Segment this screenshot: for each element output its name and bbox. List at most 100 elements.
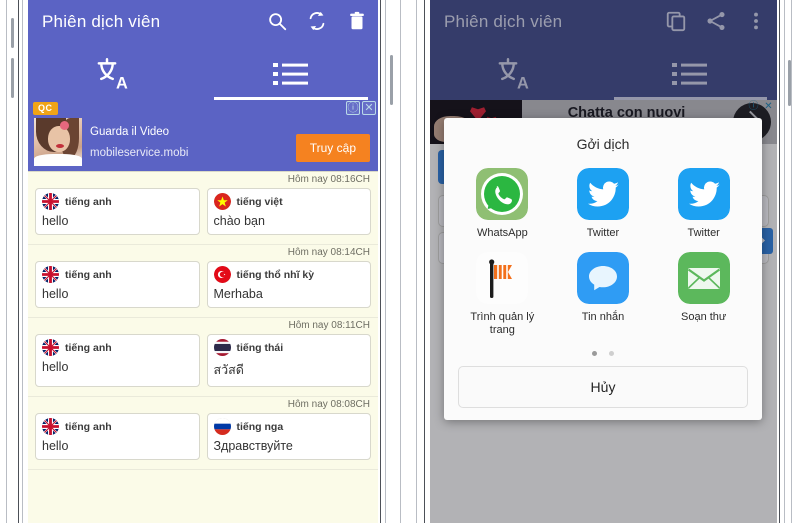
uk-flag-icon: [42, 339, 59, 356]
left-phone-bezel-inner: [18, 0, 19, 523]
translation-text: hello: [42, 214, 69, 228]
screenshot-root: Phiên dịch viên A QC ⓘ ✕ Guarda il Video…: [0, 0, 800, 523]
right-power-button[interactable]: [788, 60, 791, 106]
language-name: tiếng anh: [65, 420, 112, 433]
page-dot[interactable]: [592, 351, 597, 356]
whatsapp-icon: [476, 168, 529, 220]
uk-flag-icon: [42, 418, 59, 435]
left-phone-bezel-edge: [6, 0, 7, 523]
ad-cta-button[interactable]: Truy cập: [295, 134, 370, 162]
share-app-label: Trình quản lý trang: [470, 311, 535, 336]
language-name: tiếng thổ nhĩ kỳ: [236, 268, 315, 281]
language-header: tiếng thổ nhĩ kỳ: [213, 266, 365, 283]
ad-controls: ⓘ ✕: [346, 101, 376, 115]
ad-badge: QC: [33, 102, 58, 115]
history-row: tiếng anh hello tiếng nga Здравствуйте: [28, 413, 378, 467]
language-header: tiếng thái: [213, 339, 365, 356]
svg-text:A: A: [116, 75, 128, 92]
left-tab-bar: A: [28, 48, 378, 100]
left-phone-bezel-right: [385, 0, 386, 523]
language-header: tiếng anh: [42, 193, 193, 210]
ad-thumbnail: [34, 118, 82, 166]
left-appbar-actions: [266, 10, 368, 32]
language-name: tiếng anh: [65, 268, 112, 281]
language-name: tiếng nga: [236, 420, 284, 433]
share-app-item[interactable]: WhatsApp: [452, 168, 553, 240]
email-icon: [677, 252, 730, 304]
translation-history-list: Hôm nay 08:16CH tiếng anh hello tiếng việt c…: [28, 172, 378, 470]
translation-text: hello: [42, 360, 69, 374]
twitter-icon: [576, 168, 629, 220]
history-source-card[interactable]: tiếng anh hello: [35, 413, 200, 460]
share-app-label: Soạn thư: [681, 311, 727, 323]
share-app-label: Twitter: [687, 227, 720, 239]
ad-banner[interactable]: QC ⓘ ✕ Guarda il Video mobileservice.mob…: [28, 100, 378, 172]
translation-text: Merhaba: [213, 287, 263, 301]
share-app-item[interactable]: Tin nhắn: [553, 252, 654, 337]
left-appbar: Phiên dịch viên: [28, 0, 378, 48]
volume-down-button[interactable]: [11, 58, 14, 98]
history-source-card[interactable]: tiếng anh hello: [35, 261, 200, 308]
power-button[interactable]: [390, 55, 393, 105]
translation-text: chào bạn: [213, 214, 265, 228]
history-target-card[interactable]: tiếng nga Здравствуйте: [206, 413, 371, 460]
left-phone-bezel-right-inner: [380, 0, 381, 523]
history-group: Hôm nay 08:16CH tiếng anh hello tiếng việt c…: [28, 172, 378, 245]
history-source-card[interactable]: tiếng anh hello: [35, 188, 200, 235]
share-app-item[interactable]: Twitter: [653, 168, 754, 240]
page-dot[interactable]: [609, 351, 614, 356]
share-dialog: Gởi dịch WhatsApp Twitter Twitter Trình quả…: [444, 118, 762, 420]
cancel-button[interactable]: Hủy: [458, 366, 748, 408]
left-phone-outer-edge: [400, 0, 401, 523]
left-phone-bezel-inner2: [22, 0, 23, 523]
right-phone: Phiên dịch viên A Chatta con nuovi ⓘ ✕ G…: [410, 0, 800, 523]
pages-manager-icon: [476, 252, 529, 304]
share-app-item[interactable]: Soạn thư: [653, 252, 754, 337]
language-name: tiếng anh: [65, 341, 112, 354]
translate-icon: A: [96, 56, 136, 93]
history-target-card[interactable]: tiếng việt chào bạn: [206, 188, 371, 235]
th-flag-icon: [213, 339, 231, 356]
language-name: tiếng anh: [65, 195, 112, 208]
history-target-card[interactable]: tiếng thổ nhĩ kỳ Merhaba: [206, 261, 371, 308]
share-app-item[interactable]: Twitter: [553, 168, 654, 240]
history-group: Hôm nay 08:14CH tiếng anh hello tiếng thổ n…: [28, 245, 378, 318]
tab-history[interactable]: [203, 48, 378, 100]
history-source-card[interactable]: tiếng anh hello: [35, 334, 200, 387]
history-timestamp: Hôm nay 08:16CH: [287, 174, 370, 185]
history-row: tiếng anh hello tiếng việt chào bạn: [28, 188, 378, 242]
volume-up-button[interactable]: [11, 18, 14, 48]
translation-text: hello: [42, 439, 69, 453]
tr-flag-icon: [213, 266, 231, 283]
language-header: tiếng nga: [213, 418, 365, 435]
tab-translate[interactable]: A: [28, 48, 203, 100]
ad-url: mobileservice.mobi: [90, 147, 189, 159]
share-app-grid: WhatsApp Twitter Twitter Trình quản lý tran…: [444, 168, 762, 337]
search-icon[interactable]: [266, 10, 288, 32]
uk-flag-icon: [42, 193, 59, 210]
language-header: tiếng anh: [42, 339, 193, 356]
history-timestamp: Hôm nay 08:11CH: [288, 320, 370, 331]
language-header: tiếng việt: [213, 193, 365, 210]
ru-flag-icon: [213, 418, 231, 435]
history-timestamp: Hôm nay 08:08CH: [287, 399, 370, 410]
history-group: Hôm nay 08:08CH tiếng anh hello tiếng nga Зд…: [28, 397, 378, 470]
page-indicator: [444, 337, 762, 366]
translation-text: hello: [42, 287, 69, 301]
dialog-title: Gởi dịch: [576, 136, 630, 152]
right-phone-bezel-right: [784, 0, 785, 523]
history-row: tiếng anh hello tiếng thái สวัสดี: [28, 334, 378, 394]
messages-icon: [576, 252, 629, 304]
ad-info-icon[interactable]: ⓘ: [346, 101, 360, 115]
share-app-item[interactable]: Trình quản lý trang: [452, 252, 553, 337]
left-app-title: Phiên dịch viên: [42, 12, 161, 31]
sync-icon[interactable]: [306, 10, 328, 32]
translation-text: สวัสดี: [213, 363, 244, 377]
uk-flag-icon: [42, 266, 59, 283]
language-header: tiếng anh: [42, 418, 193, 435]
delete-icon[interactable]: [346, 10, 368, 32]
ad-close-icon[interactable]: ✕: [362, 101, 376, 115]
ad-title: Guarda il Video: [90, 126, 170, 138]
history-target-card[interactable]: tiếng thái สวัสดี: [206, 334, 371, 387]
left-phone-screen: Phiên dịch viên A QC ⓘ ✕ Guarda il Video…: [28, 0, 378, 523]
